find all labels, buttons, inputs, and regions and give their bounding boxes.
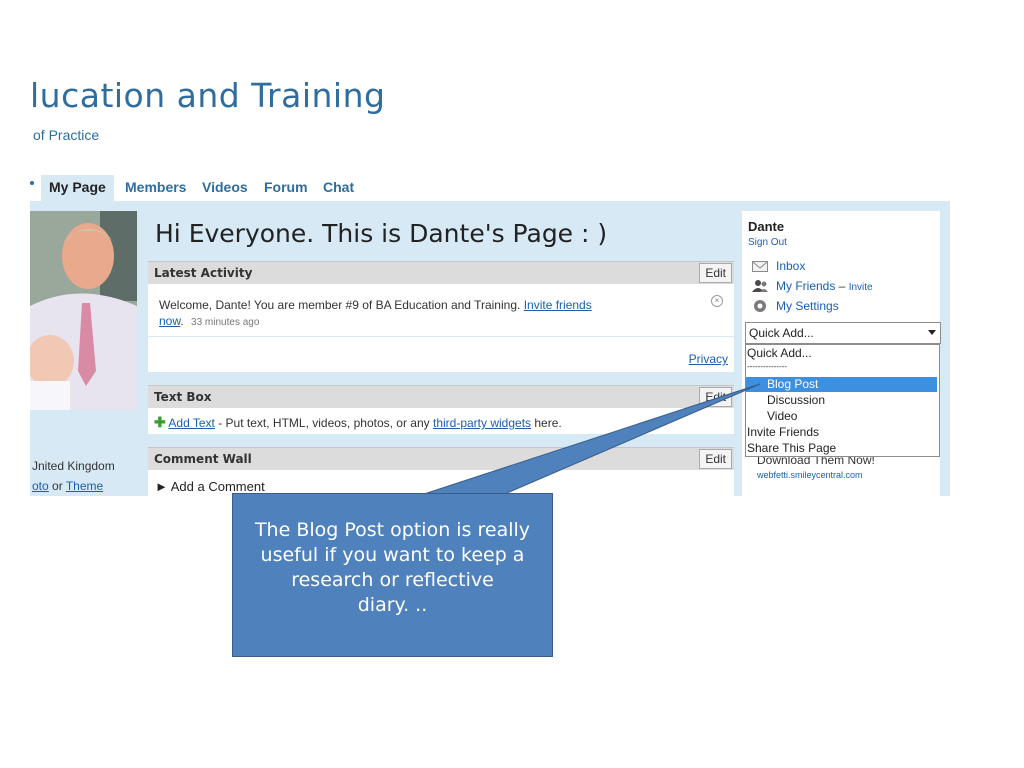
callout-line-2: useful if you want to keep a [260,544,525,566]
callout-line-1: The Blog Post option is really [254,519,531,541]
callout-line-4: diary. .. [357,594,428,616]
callout-line-3: research or reflective [291,569,494,591]
callout-box: The Blog Post option is really useful if… [232,493,553,657]
